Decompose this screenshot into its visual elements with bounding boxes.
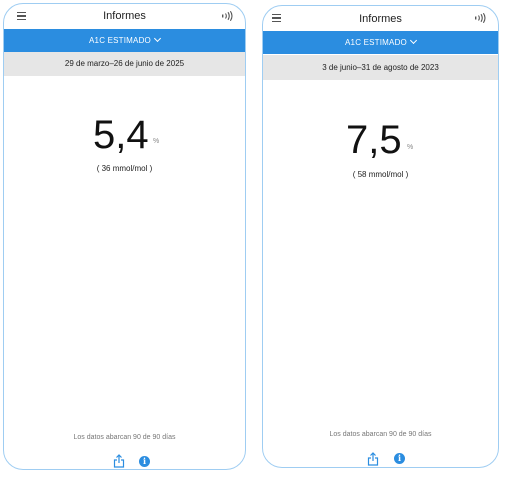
chevron-down-icon (153, 34, 162, 43)
app-header: Informes (4, 4, 245, 29)
phone-screen-left: Informes A1C ESTIMADO 29 de marzo–26 de … (3, 3, 246, 470)
share-icon[interactable] (367, 452, 379, 466)
chevron-down-icon (409, 36, 418, 45)
nfc-scan-icon[interactable] (221, 11, 233, 21)
mmol-value: ( 36 mmol/mol ) (96, 164, 153, 173)
share-icon[interactable] (113, 454, 125, 468)
phone-screen-right: Informes A1C ESTIMADO 3 de junio–31 de a… (262, 5, 499, 468)
report-type-selector[interactable]: A1C ESTIMADO (263, 31, 498, 54)
info-icon[interactable]: i (394, 453, 405, 464)
a1c-value: 7,5 (346, 118, 402, 162)
report-type-selector[interactable]: A1C ESTIMADO (4, 29, 245, 52)
a1c-value: 5,4 (93, 113, 149, 157)
app-header: Informes (263, 6, 498, 31)
a1c-unit: % (153, 138, 160, 145)
report-type-label: A1C ESTIMADO (89, 36, 151, 45)
date-range: 29 de marzo–26 de junio de 2025 (4, 52, 245, 76)
page-title: Informes (103, 10, 146, 22)
nfc-scan-icon[interactable] (474, 13, 486, 23)
date-range: 3 de junio–31 de agosto de 2023 (263, 55, 498, 80)
data-coverage-note: Los datos abarcan 90 de 90 días (73, 434, 176, 441)
info-icon[interactable]: i (139, 456, 150, 467)
a1c-unit: % (407, 144, 414, 151)
report-type-label: A1C ESTIMADO (345, 38, 407, 47)
data-coverage-note: Los datos abarcan 90 de 90 días (329, 431, 432, 438)
mmol-value: ( 58 mmol/mol ) (352, 170, 409, 179)
page-title: Informes (359, 13, 402, 25)
